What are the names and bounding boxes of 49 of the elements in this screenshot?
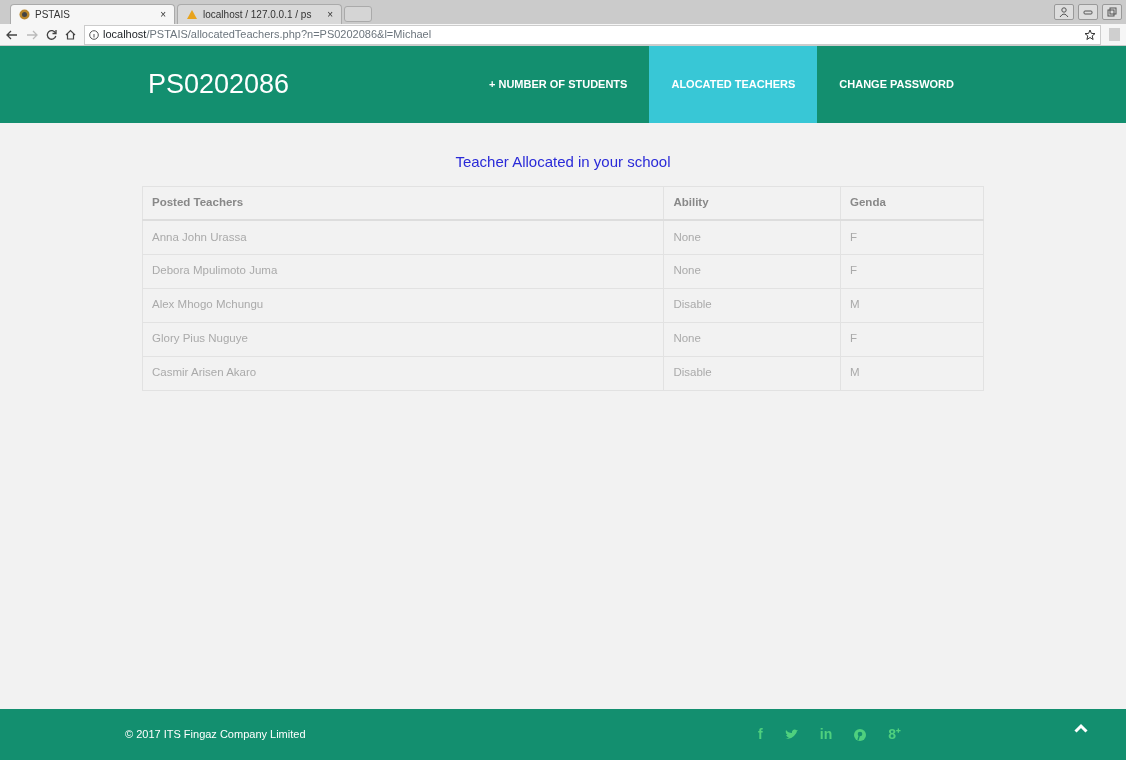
bird-icon[interactable] xyxy=(784,729,798,740)
minimize-button[interactable] xyxy=(1078,4,1098,20)
restore-button[interactable] xyxy=(1102,4,1122,20)
table-cell: Anna John Urassa xyxy=(142,220,664,254)
table-cell: Disable xyxy=(663,288,841,322)
url-text: localhost/PSTAIS/allocatedTeachers.php?n=PS0202086&l=Michael xyxy=(103,27,432,43)
table-cell: None xyxy=(663,254,841,288)
minimize-icon xyxy=(1083,7,1093,17)
table-cell: Casmir Arisen Akaro xyxy=(142,356,664,390)
column-header: Ability xyxy=(663,186,841,220)
page-heading: Teacher Allocated in your school xyxy=(454,152,672,172)
info-icon[interactable] xyxy=(89,29,99,40)
home-icon[interactable] xyxy=(65,29,76,40)
restore-icon xyxy=(1107,7,1117,17)
person-icon xyxy=(1059,7,1069,17)
close-button[interactable]: × xyxy=(327,7,333,22)
sail-icon xyxy=(186,9,198,20)
table-cell: Glory Pius Nuguye xyxy=(142,322,664,356)
table-cell: F xyxy=(840,220,984,254)
reload-icon[interactable] xyxy=(46,29,57,40)
browser-tab[interactable]: PSTAIS × xyxy=(10,4,175,24)
column-header: Genda xyxy=(840,186,984,220)
back-icon[interactable] xyxy=(6,29,18,40)
table-cell: F xyxy=(840,254,984,288)
table-cell: M xyxy=(840,288,984,322)
address-field[interactable]: localhost/PSTAIS/allocatedTeachers.php?n=PS0202086&l=Michael xyxy=(84,24,1101,45)
social-link[interactable]: in xyxy=(819,724,833,745)
star-icon[interactable] xyxy=(1084,28,1096,41)
browser-tab[interactable]: localhost / 127.0.0.1 / ps × xyxy=(177,4,342,24)
profile-button[interactable] xyxy=(1054,4,1074,20)
nav-link[interactable]: + NUMBER OF STUDENTS xyxy=(467,46,650,123)
social-link[interactable]: f xyxy=(758,724,763,745)
table-cell: Debora Mpulimoto Juma xyxy=(142,254,664,288)
table-cell: Disable xyxy=(663,356,841,390)
table-cell: Alex Mhogo Mchungu xyxy=(142,288,664,322)
emblem-icon xyxy=(19,9,30,20)
table-cell: F xyxy=(840,322,984,356)
table-cell: None xyxy=(663,220,841,254)
table-cell: M xyxy=(840,356,984,390)
pin-icon[interactable] xyxy=(854,728,867,741)
table-cell: None xyxy=(663,322,841,356)
social-link[interactable]: 8⁺ xyxy=(888,724,901,745)
close-button[interactable]: × xyxy=(160,7,166,22)
copyright-text: © 2017 ITS Fingaz Company Limited xyxy=(125,727,306,743)
column-header: Posted Teachers xyxy=(142,186,664,220)
site-title: PS0202086 xyxy=(148,68,290,102)
nav-link[interactable]: CHANGE PASSWORD xyxy=(817,46,976,123)
forward-icon[interactable] xyxy=(26,29,38,40)
nav-link[interactable]: ALOCATED TEACHERS xyxy=(649,46,818,123)
